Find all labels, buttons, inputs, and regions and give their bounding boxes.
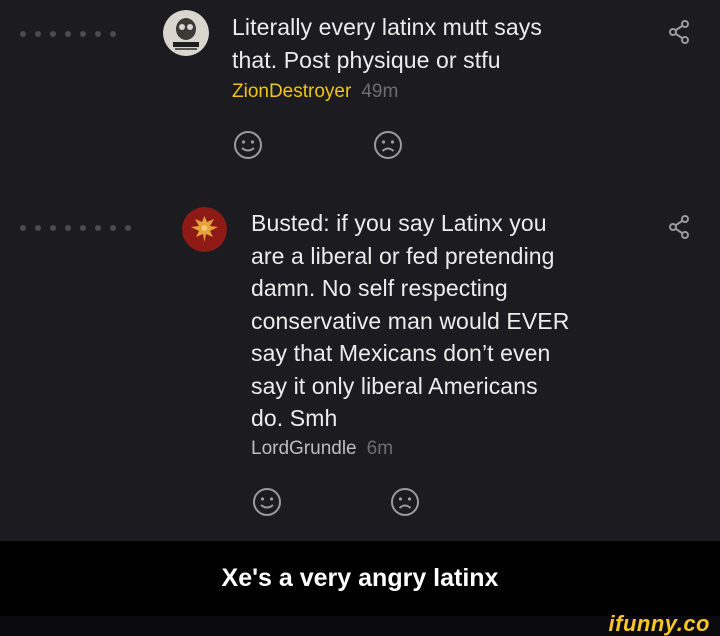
- ifunny-watermark: ifunny.co: [608, 611, 710, 636]
- comment-meta: ZionDestroyer 49m: [232, 81, 398, 103]
- timestamp: 6m: [366, 438, 394, 459]
- comment-line: Busted: if you say Latinx you: [251, 210, 547, 236]
- watermark-bar: ifunny.co: [0, 611, 720, 636]
- eagle-avatar-icon: [182, 207, 227, 252]
- avatar[interactable]: [182, 207, 227, 252]
- frown-icon[interactable]: [390, 487, 420, 517]
- avatar[interactable]: [163, 10, 209, 56]
- username[interactable]: LordGrundle: [251, 438, 357, 460]
- comment-line: that. Post physique or stfu: [232, 46, 501, 73]
- comment-line: conservative man would EVER: [251, 307, 570, 334]
- share-icon[interactable]: [668, 215, 690, 239]
- caption-text: Xe's a very angry latinx: [221, 564, 499, 592]
- smile-icon[interactable]: [233, 130, 263, 160]
- comment-text: Literally every latinx mutt says that. P…: [232, 11, 542, 76]
- comment-line: damn. No self respecting: [251, 275, 508, 301]
- thread-indent-dots: [20, 225, 131, 231]
- smile-icon[interactable]: [252, 487, 282, 517]
- thread-indent-dots: [20, 31, 116, 37]
- skull-avatar-icon: [163, 10, 209, 56]
- share-icon[interactable]: [668, 20, 690, 44]
- comment-line: are a liberal or fed pretending: [251, 242, 555, 269]
- username[interactable]: ZionDestroyer: [232, 81, 351, 103]
- comment-line: Literally every latinx mutt says: [232, 14, 542, 40]
- timestamp: 49m: [361, 81, 399, 102]
- comment-meta: LordGrundle 6m: [251, 438, 393, 460]
- frown-icon[interactable]: [373, 130, 403, 160]
- comment-text: Busted: if you say Latinx you are a libe…: [251, 207, 569, 435]
- comment-line: do. Smh: [251, 405, 338, 431]
- comment-line: say it only liberal Americans: [251, 372, 538, 399]
- comment-line: say that Mexicans don’t even: [251, 340, 551, 366]
- caption-bar: Xe's a very angry latinx: [0, 541, 720, 616]
